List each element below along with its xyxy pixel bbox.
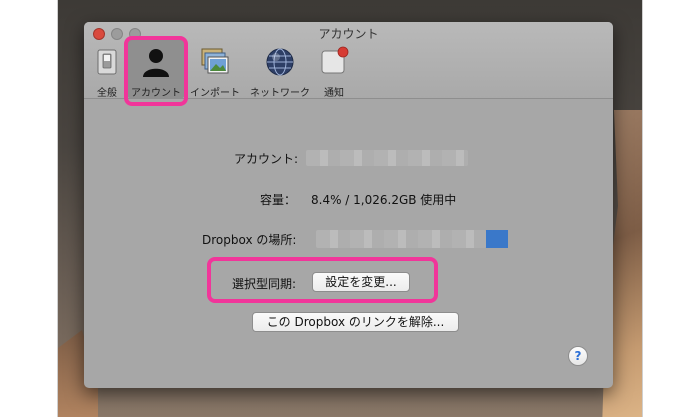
notification-icon xyxy=(321,46,349,74)
highlight-account-tab xyxy=(124,36,188,106)
tab-network[interactable]: ネットワーク xyxy=(247,42,313,99)
account-email-redacted xyxy=(306,150,468,166)
tab-notifications-label: 通知 xyxy=(324,88,344,99)
capacity-value: 8.4% / 1,026.2GB 使用中 xyxy=(311,193,457,207)
dropbox-location-redacted[interactable] xyxy=(316,230,486,248)
capacity-label: 容量： xyxy=(260,193,297,207)
tab-general-label: 全般 xyxy=(97,88,117,99)
folder-icon xyxy=(486,230,508,248)
globe-icon xyxy=(266,48,294,76)
tab-import[interactable]: インポート xyxy=(187,42,243,99)
tab-notifications[interactable]: 通知 xyxy=(314,42,354,99)
tab-general[interactable]: 全般 xyxy=(94,42,120,99)
help-button[interactable]: ? xyxy=(568,346,588,366)
unlink-dropbox-button[interactable]: この Dropbox のリンクを解除... xyxy=(252,312,459,332)
highlight-selective-sync xyxy=(207,257,438,303)
tab-network-label: ネットワーク xyxy=(250,88,310,99)
photos-icon xyxy=(201,48,229,74)
tab-import-label: インポート xyxy=(190,88,240,99)
account-label: アカウント: xyxy=(234,152,299,166)
switch-icon xyxy=(97,49,117,75)
dropbox-location-label: Dropbox の場所: xyxy=(202,233,297,247)
